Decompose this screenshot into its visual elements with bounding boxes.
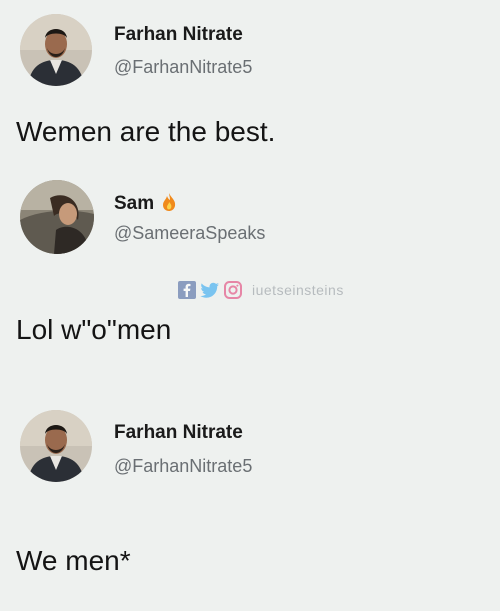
display-name[interactable]: Farhan Nitrate — [114, 422, 243, 444]
user-handle[interactable]: @FarhanNitrate5 — [114, 456, 252, 477]
avatar[interactable] — [20, 410, 92, 482]
tweet-text: We men* — [16, 545, 131, 576]
tweet-3: Farhan Nitrate @FarhanNitrate5 We men* — [0, 0, 500, 611]
man-portrait-avatar-icon — [20, 410, 92, 482]
